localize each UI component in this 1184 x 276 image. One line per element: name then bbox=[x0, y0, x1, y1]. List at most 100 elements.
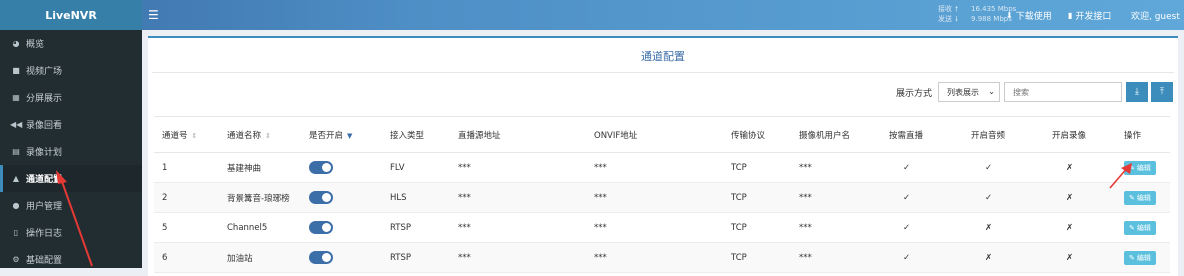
cell-onvif: *** bbox=[586, 182, 723, 213]
cell-source: *** bbox=[450, 212, 586, 243]
network-stats: 接收 🠕 16.435 Mbps 发送 🠗 9.988 Mbps bbox=[938, 4, 1016, 24]
chevron-down-icon: ⌄ bbox=[988, 87, 995, 96]
display-mode-select[interactable]: 列表展示 ⌄ bbox=[938, 82, 1000, 102]
col-header-on-demand: 按需直播 bbox=[881, 116, 963, 153]
edit-button[interactable]: ✎ 编辑 bbox=[1124, 190, 1156, 205]
brand-logo[interactable]: LiveNVR bbox=[0, 0, 142, 30]
col-header-onvif: ONVIF地址 bbox=[586, 116, 723, 153]
grid-icon: ▦ bbox=[12, 93, 20, 102]
col-header-protocol: 传输协议 bbox=[723, 116, 791, 153]
cell-id: 5 bbox=[154, 212, 219, 243]
sidebar-item-overview[interactable]: ◕ 概览 bbox=[0, 30, 142, 57]
cell-protocol: TCP bbox=[723, 182, 791, 213]
channel-icon: ▲ bbox=[12, 174, 20, 183]
net-tx-label: 发送 bbox=[938, 15, 952, 23]
cell-audio: ✓ bbox=[963, 182, 1044, 213]
menu-toggle-icon[interactable]: ☰ bbox=[148, 7, 162, 23]
cell-source: *** bbox=[450, 152, 586, 183]
cell-on-demand: ✓ bbox=[881, 182, 963, 213]
upload-icon: ⤒ bbox=[1160, 87, 1164, 97]
sidebar-item-channel-config[interactable]: ▲ 通道配置 bbox=[0, 165, 142, 192]
channel-panel: 通道配置 展示方式 列表展示 ⌄ ⤓ ⤒ 通道号⇕ 通道名称⇕ 是否开启▼ 接入… bbox=[148, 36, 1178, 276]
video-icon: ■ bbox=[12, 66, 20, 75]
sidebar-item-playback[interactable]: ◀◀ 录像回看 bbox=[0, 111, 142, 138]
book-icon: ▮ bbox=[1068, 11, 1073, 20]
rewind-icon: ◀◀ bbox=[10, 120, 23, 129]
sidebar: ◕ 概览 ■ 视频广场 ▦ 分屏展示 ◀◀ 录像回看 ▤ 录像计划 ▲ 通道配置 ● 用户管理… bbox=[0, 30, 142, 268]
table-row: 5 Channel5 RTSP *** *** TCP *** ✓ ✗ ✗ ✎ 编… bbox=[154, 212, 1170, 243]
sort-icon: ⇕ bbox=[265, 131, 271, 140]
cell-on-demand: ✓ bbox=[881, 242, 963, 273]
cell-action: ✎ 编辑 bbox=[1116, 242, 1170, 273]
cell-camera-user: *** bbox=[791, 212, 881, 243]
enabled-toggle[interactable] bbox=[309, 221, 333, 234]
user-welcome[interactable]: 欢迎, guest bbox=[1131, 9, 1180, 22]
col-header-camera-user: 摄像机用户名 bbox=[791, 116, 881, 153]
cell-type: RTSP bbox=[382, 212, 450, 243]
enabled-toggle[interactable] bbox=[309, 161, 333, 174]
edit-icon: ✎ bbox=[1129, 253, 1135, 262]
cell-type: HLS bbox=[382, 182, 450, 213]
top-bar: LiveNVR ☰ 接收 🠕 16.435 Mbps 发送 🠗 9.988 Mbps ⬇… bbox=[0, 0, 1184, 30]
table-header-row: 通道号 ⇕ 通道名称 ⇕ 是否开启 ▼ 接入类型 直播源地址 ONVIF地址 传输协议… bbox=[154, 116, 1170, 153]
upload-button[interactable]: ⤒ bbox=[1151, 82, 1173, 102]
cell-audio: ✗ bbox=[963, 242, 1044, 273]
cell-protocol: TCP bbox=[723, 212, 791, 243]
cell-protocol: TCP bbox=[723, 242, 791, 273]
sidebar-item-video-square[interactable]: ■ 视频广场 bbox=[0, 57, 142, 84]
cell-action: ✎ 编辑 bbox=[1116, 152, 1170, 183]
edit-button[interactable]: ✎ 编辑 bbox=[1124, 250, 1156, 265]
cell-audio: ✓ bbox=[963, 152, 1044, 183]
page-title: 通道配置 bbox=[641, 50, 685, 63]
cell-record: ✗ bbox=[1044, 152, 1116, 183]
col-header-type: 接入类型 bbox=[382, 116, 450, 153]
edit-button[interactable]: ✎ 编辑 bbox=[1124, 220, 1156, 235]
users-icon: ● bbox=[12, 201, 20, 210]
sidebar-item-operation-log[interactable]: ▯ 操作日志 bbox=[0, 219, 142, 246]
sort-icon: ⇕ bbox=[191, 131, 198, 140]
col-header-id[interactable]: 通道号 ⇕ bbox=[154, 116, 219, 153]
download-icon: ⤓ bbox=[1135, 87, 1139, 97]
cell-enabled bbox=[301, 212, 382, 243]
download-link[interactable]: ⬇ 下载使用 bbox=[1006, 9, 1052, 22]
table-row: 2 背景篝音-琅琊榜 HLS *** *** TCP *** ✓ ✓ ✗ ✎ 编辑 bbox=[154, 182, 1170, 213]
api-link[interactable]: ▮ 开发接口 bbox=[1068, 9, 1111, 22]
cell-enabled bbox=[301, 152, 382, 183]
cell-type: RTSP bbox=[382, 242, 450, 273]
sidebar-item-user-management[interactable]: ● 用户管理 bbox=[0, 192, 142, 219]
cell-enabled bbox=[301, 242, 382, 273]
file-icon: ▯ bbox=[13, 228, 19, 237]
cell-enabled bbox=[301, 182, 382, 213]
edit-icon: ✎ bbox=[1129, 193, 1135, 202]
cell-record: ✗ bbox=[1044, 212, 1116, 243]
cogs-icon: ⚙ bbox=[12, 255, 20, 264]
sidebar-item-basic-config[interactable]: ⚙ 基础配置 bbox=[0, 246, 142, 273]
edit-icon: ✎ bbox=[1129, 223, 1135, 232]
sidebar-item-record-plan[interactable]: ▤ 录像计划 bbox=[0, 138, 142, 165]
cell-source: *** bbox=[450, 182, 586, 213]
col-header-name[interactable]: 通道名称 ⇕ bbox=[219, 116, 301, 153]
cell-on-demand: ✓ bbox=[881, 212, 963, 243]
cell-name: Channel5 bbox=[219, 212, 301, 243]
dashboard-icon: ◕ bbox=[12, 39, 20, 48]
main-content: 通道配置 展示方式 列表展示 ⌄ ⤓ ⤒ 通道号⇕ 通道名称⇕ 是否开启▼ 接入… bbox=[142, 30, 1184, 276]
edit-button[interactable]: ✎ 编辑 bbox=[1124, 160, 1156, 175]
enabled-toggle[interactable] bbox=[309, 251, 333, 264]
download-button[interactable]: ⤓ bbox=[1126, 82, 1148, 102]
col-header-enabled[interactable]: 是否开启 ▼ bbox=[301, 116, 382, 153]
sidebar-item-split-screen[interactable]: ▦ 分屏展示 bbox=[0, 84, 142, 111]
enabled-toggle[interactable] bbox=[309, 191, 333, 204]
cell-camera-user: *** bbox=[791, 242, 881, 273]
col-header-action: 操作 bbox=[1116, 116, 1170, 153]
arrow-up-icon: 🠕 bbox=[955, 5, 959, 13]
cell-source: *** bbox=[450, 242, 586, 273]
table-row: 1 基建神曲 FLV *** *** TCP *** ✓ ✓ ✗ ✎ 编辑 bbox=[154, 152, 1170, 183]
arrow-down-icon: 🠗 bbox=[955, 15, 959, 23]
download-icon: ⬇ bbox=[1006, 11, 1013, 20]
cell-name: 背景篝音-琅琊榜 bbox=[219, 182, 301, 213]
calendar-icon: ▤ bbox=[12, 147, 20, 156]
search-input[interactable] bbox=[1004, 82, 1122, 102]
cell-onvif: *** bbox=[586, 152, 723, 183]
col-header-audio: 开启音频 bbox=[963, 116, 1044, 153]
cell-record: ✗ bbox=[1044, 242, 1116, 273]
